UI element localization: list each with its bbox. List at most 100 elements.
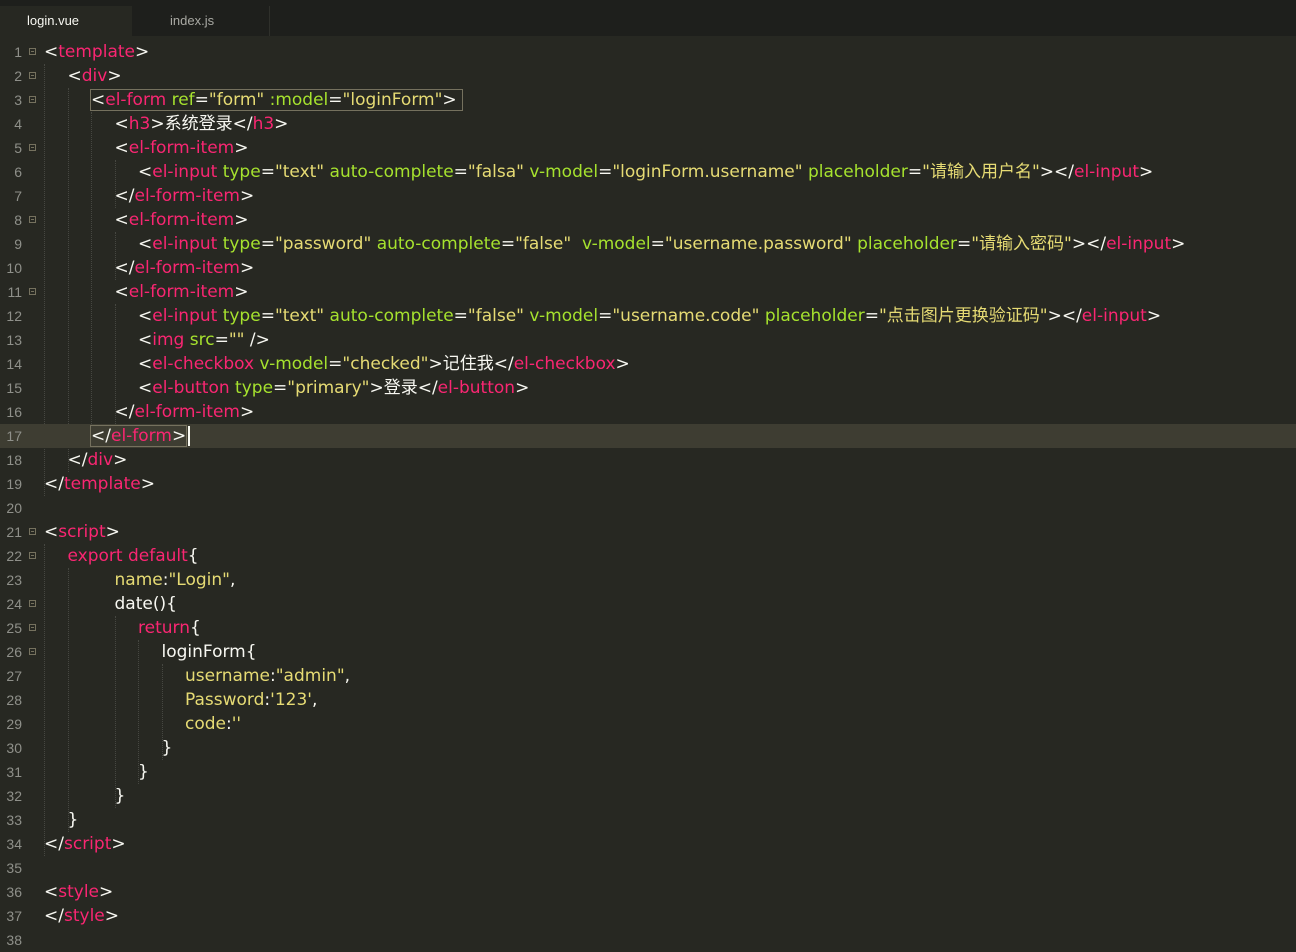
line-number: 7	[14, 188, 22, 204]
line-number: 22	[6, 548, 22, 564]
code-text: </el-form-item>	[115, 256, 255, 280]
line-number: 4	[14, 116, 22, 132]
code-token: el-checkbox	[152, 354, 255, 374]
code-token: v-model	[259, 354, 329, 374]
code-line[interactable]: 29 code:''	[0, 712, 1296, 736]
tab-bar: login.vue index.js	[0, 0, 1296, 36]
code-line[interactable]: 13 <img src="" />	[0, 328, 1296, 352]
text-cursor	[188, 426, 190, 446]
line-number: 28	[6, 692, 22, 708]
code-line[interactable]: 1 <template>	[0, 40, 1296, 64]
code-token: >	[113, 450, 128, 470]
fold-toggle-icon[interactable]	[29, 216, 36, 223]
code-line[interactable]: 34 </script>	[0, 832, 1296, 856]
code-line[interactable]: 26 loginForm{	[0, 640, 1296, 664]
fold-toggle-icon[interactable]	[29, 96, 36, 103]
code-line[interactable]: 18 </div>	[0, 448, 1296, 472]
code-line[interactable]: 11 <el-form-item>	[0, 280, 1296, 304]
code-token: >	[107, 66, 122, 86]
code-token: el-input	[152, 234, 218, 254]
code-line[interactable]: 21 <script>	[0, 520, 1296, 544]
code-token: <	[44, 42, 59, 62]
code-line[interactable]: 33}	[0, 808, 1296, 832]
code-line[interactable]: 15 <el-button type="primary">登录</el-butto…	[0, 376, 1296, 400]
code-text: <style>	[44, 880, 113, 904]
code-token: code	[185, 714, 226, 734]
code-line[interactable]: 6 <el-input type="text" auto-complete="fa…	[0, 160, 1296, 184]
code-text: name:"Login",	[115, 568, 236, 592]
code-token: auto-complete	[329, 162, 454, 182]
code-line[interactable]: 36 <style>	[0, 880, 1296, 904]
code-line[interactable]: 32}	[0, 784, 1296, 808]
code-token: "false"	[515, 234, 572, 254]
code-token: el-form-item	[134, 402, 240, 422]
code-token: =	[650, 234, 665, 254]
fold-toggle-icon[interactable]	[29, 624, 36, 631]
code-line[interactable]: 5 <el-form-item>	[0, 136, 1296, 160]
line-number: 8	[14, 212, 22, 228]
code-line[interactable]: 30}	[0, 736, 1296, 760]
code-token: name	[114, 570, 163, 590]
code-line[interactable]: 28 Password:'123',	[0, 688, 1296, 712]
code-line[interactable]: 35	[0, 856, 1296, 880]
code-line[interactable]: 8 <el-form-item>	[0, 208, 1296, 232]
fold-toggle-icon[interactable]	[29, 528, 36, 535]
code-line[interactable]: 19 </template>	[0, 472, 1296, 496]
code-token: =	[598, 306, 613, 326]
line-number: 31	[6, 764, 22, 780]
code-token: el-input	[1081, 306, 1147, 326]
code-line[interactable]: 25 return{	[0, 616, 1296, 640]
code-token: </	[44, 834, 64, 854]
code-line[interactable]: 27 username:"admin",	[0, 664, 1296, 688]
code-token: template	[63, 474, 141, 494]
code-token: ""	[228, 330, 245, 350]
code-line[interactable]: 10 </el-form-item>	[0, 256, 1296, 280]
code-token: <	[114, 114, 129, 134]
code-token: >	[274, 114, 289, 134]
code-token: {	[189, 618, 201, 638]
code-line[interactable]: 12 <el-input type="text" auto-complete="f…	[0, 304, 1296, 328]
code-token: '123'	[270, 690, 312, 710]
code-token: >记住我</	[428, 354, 514, 374]
code-token: ,	[229, 570, 236, 590]
code-token: <	[114, 138, 129, 158]
fold-toggle-icon[interactable]	[29, 48, 36, 55]
line-number: 16	[6, 404, 22, 420]
code-text: <h3>系统登录</h3>	[115, 112, 289, 136]
line-number: 3	[14, 92, 22, 108]
code-line[interactable]: 16 </el-form-item>	[0, 400, 1296, 424]
code-token: el-button	[437, 378, 516, 398]
code-token: script	[63, 834, 112, 854]
code-line[interactable]: 17 </el-form>	[0, 424, 1296, 448]
code-line[interactable]: 9 <el-input type="password" auto-complete…	[0, 232, 1296, 256]
code-line[interactable]: 31}	[0, 760, 1296, 784]
fold-toggle-icon[interactable]	[29, 552, 36, 559]
code-line[interactable]: 14 <el-checkbox v-model="checked">记住我</el…	[0, 352, 1296, 376]
code-line[interactable]: 7 </el-form-item>	[0, 184, 1296, 208]
line-number: 15	[6, 380, 22, 396]
code-token: =	[500, 234, 516, 254]
code-text: </script>	[44, 832, 126, 856]
code-token: <	[44, 882, 59, 902]
code-line[interactable]: 38	[0, 928, 1296, 952]
code-token: {	[187, 546, 199, 566]
fold-toggle-icon[interactable]	[29, 288, 36, 295]
fold-toggle-icon[interactable]	[29, 72, 36, 79]
fold-toggle-icon[interactable]	[29, 144, 36, 151]
tab-index-js[interactable]: index.js	[132, 6, 270, 36]
code-token: <	[114, 210, 129, 230]
code-line[interactable]: 4 <h3>系统登录</h3>	[0, 112, 1296, 136]
code-line[interactable]: 23 name:"Login",	[0, 568, 1296, 592]
fold-toggle-icon[interactable]	[29, 600, 36, 607]
code-line[interactable]: 24 date(){	[0, 592, 1296, 616]
code-line[interactable]: 37 </style>	[0, 904, 1296, 928]
code-line[interactable]: 22 export default{	[0, 544, 1296, 568]
code-line[interactable]: 20	[0, 496, 1296, 520]
code-token: >	[615, 354, 630, 374]
tab-login-vue[interactable]: login.vue	[0, 6, 132, 36]
code-token: }	[161, 738, 173, 758]
code-editor[interactable]: 1 <template> 2 <div> 3 <el-form ref="form" :m…	[0, 36, 1296, 951]
code-token: </	[44, 474, 64, 494]
fold-toggle-icon[interactable]	[29, 648, 36, 655]
code-line[interactable]: 2 <div>	[0, 64, 1296, 88]
